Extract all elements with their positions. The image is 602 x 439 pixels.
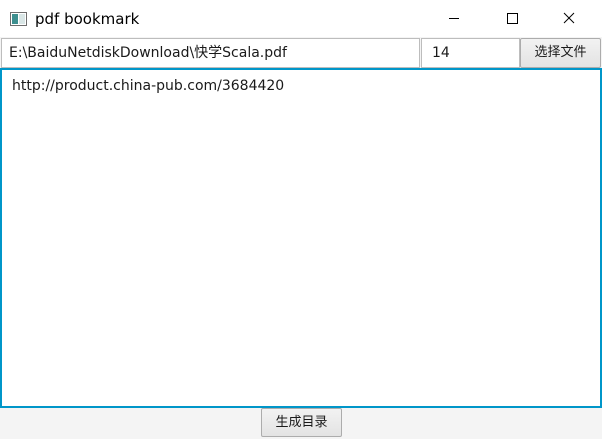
minimize-icon [448, 9, 460, 28]
window-app-icon [10, 11, 27, 26]
choose-file-button[interactable]: 选择文件 [520, 38, 601, 68]
title-bar[interactable]: pdf bookmark [0, 0, 602, 37]
bookmark-text-area[interactable]: http://product.china-pub.com/3684420 [0, 68, 602, 408]
bottom-bar: 生成目录 [0, 408, 602, 439]
text-area-content: http://product.china-pub.com/3684420 [12, 78, 285, 94]
window-title: pdf bookmark [35, 10, 140, 28]
close-icon [563, 9, 575, 28]
page-offset-field[interactable]: 14 [421, 38, 520, 68]
generate-toc-button[interactable]: 生成目录 [261, 408, 342, 437]
toolbar: E:\BaiduNetdiskDownload\快学Scala.pdf 14 选… [0, 38, 602, 68]
minimize-button[interactable] [431, 0, 477, 37]
maximize-icon [506, 9, 518, 28]
file-path-field[interactable]: E:\BaiduNetdiskDownload\快学Scala.pdf [1, 38, 420, 68]
close-button[interactable] [546, 0, 592, 37]
maximize-button[interactable] [489, 0, 535, 37]
app-window: pdf bookmark E:\BaiduNetdiskDownload\快学S… [0, 0, 602, 439]
